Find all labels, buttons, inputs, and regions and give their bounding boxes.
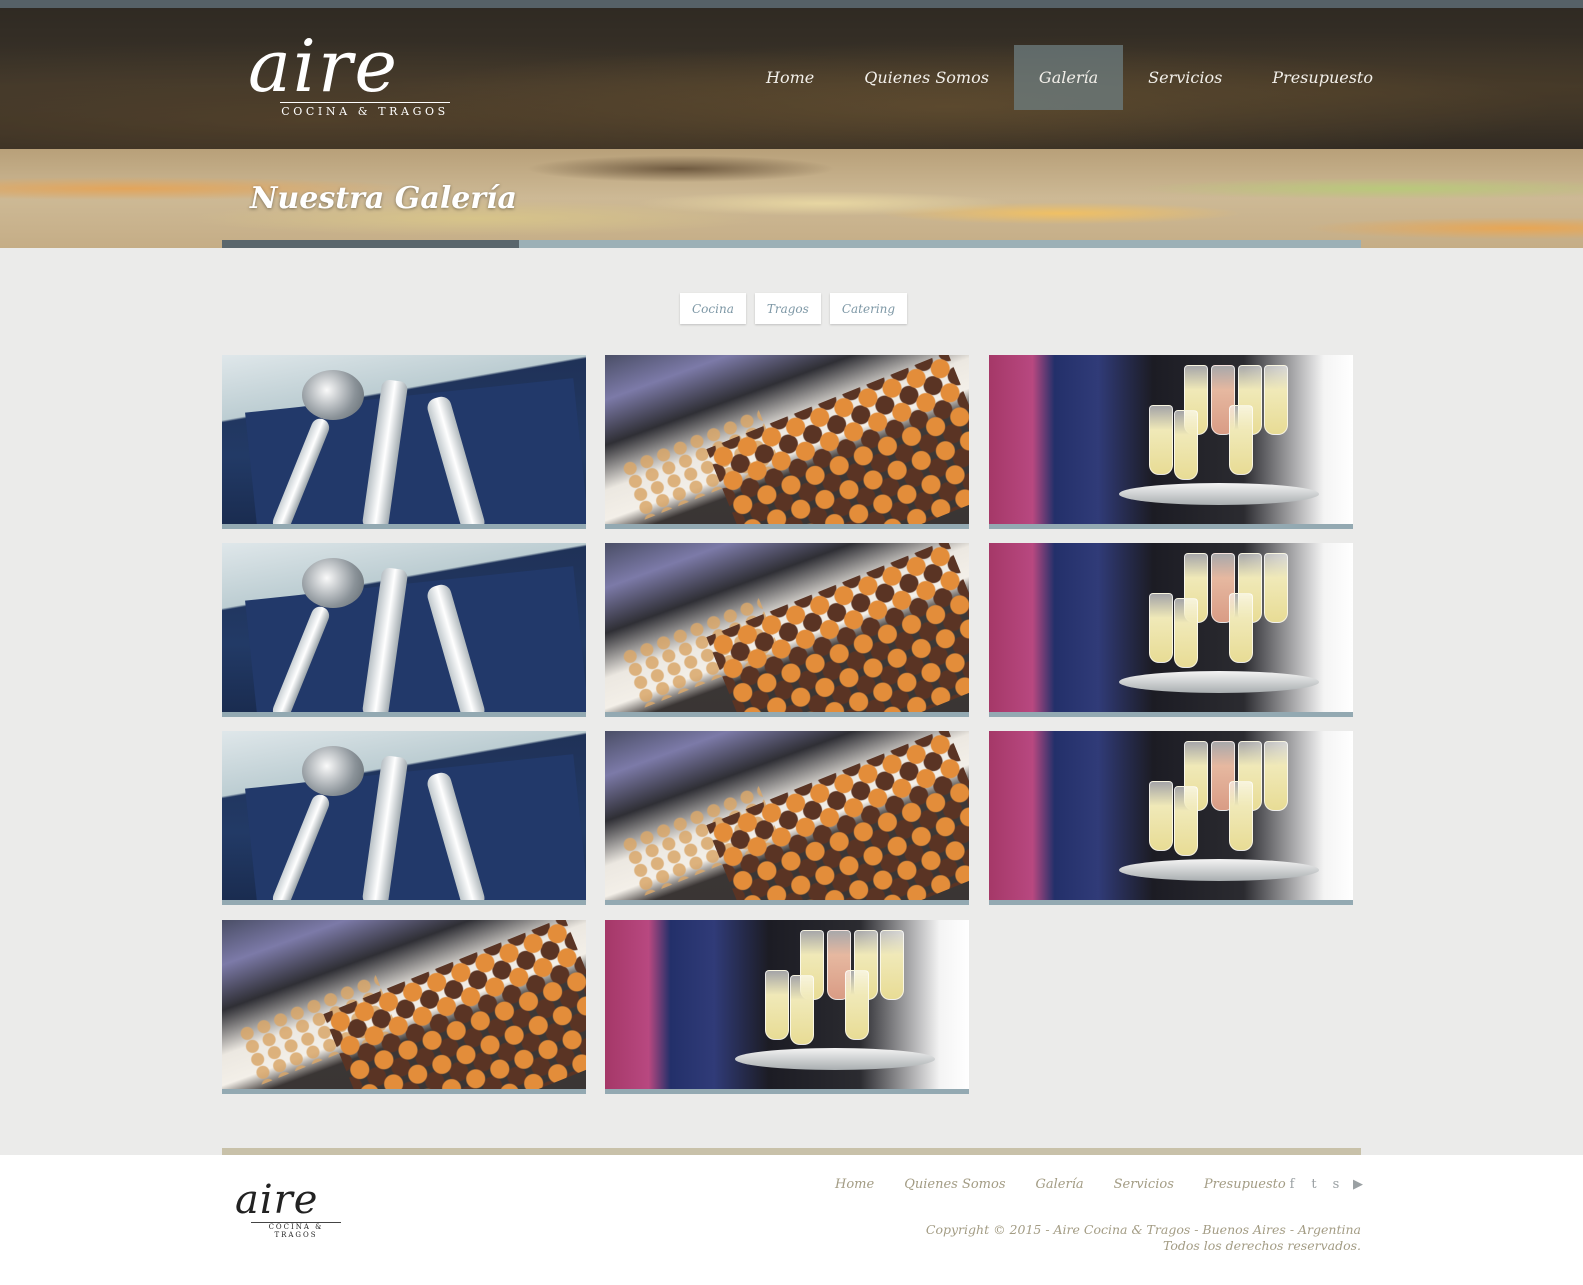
champagne-icon: [605, 920, 969, 1089]
banner-accent-light: [519, 240, 1361, 248]
muffins-icon: [222, 920, 586, 1089]
footer-logo-wordmark: aire: [235, 1177, 319, 1223]
filter-cocina[interactable]: Cocina: [680, 293, 746, 324]
footer-nav-galeria[interactable]: Galería: [1021, 1177, 1099, 1192]
main-nav: Home Quienes Somos Galería Servicios Pre…: [741, 45, 1398, 110]
gallery-tile[interactable]: [605, 543, 969, 717]
copyright-line-2: Todos los derechos reservados.: [1162, 1238, 1361, 1253]
footer-nav-servicios[interactable]: Servicios: [1099, 1177, 1189, 1192]
gallery-filters: Cocina Tragos Catering: [680, 293, 908, 324]
gallery-tile[interactable]: [989, 731, 1353, 905]
copyright: Copyright © 2015 - Aire Cocina & Tragos …: [926, 1222, 1361, 1254]
gallery-tile[interactable]: [989, 543, 1353, 717]
muffins-icon: [605, 355, 969, 524]
muffins-icon: [605, 543, 969, 712]
site-logo[interactable]: aire COCINA & TRAGOS: [248, 24, 504, 120]
page-title: Nuestra Galería: [250, 181, 517, 216]
top-line: [0, 0, 1583, 8]
champagne-icon: [989, 543, 1353, 712]
cutlery-icon: [222, 731, 586, 900]
twitter-icon[interactable]: t: [1306, 1177, 1322, 1193]
footer-nav: Home Quienes Somos Galería Servicios Pre…: [820, 1177, 1301, 1192]
youtube-icon[interactable]: ▶: [1350, 1177, 1366, 1193]
gallery-tile[interactable]: [222, 731, 586, 905]
gallery-tile[interactable]: [222, 920, 586, 1094]
footer-nav-quienes-somos[interactable]: Quienes Somos: [889, 1177, 1020, 1192]
footer-nav-home[interactable]: Home: [820, 1177, 889, 1192]
cutlery-icon: [222, 543, 586, 712]
nav-quienes-somos[interactable]: Quienes Somos: [839, 45, 1014, 110]
copyright-line-1: Copyright © 2015 - Aire Cocina & Tragos …: [925, 1222, 1361, 1237]
cutlery-icon: [222, 355, 586, 524]
nav-galeria[interactable]: Galería: [1013, 45, 1124, 110]
gallery-tile[interactable]: [605, 920, 969, 1094]
facebook-icon[interactable]: f: [1284, 1177, 1300, 1193]
gallery-tile[interactable]: [605, 731, 969, 905]
footer-logo[interactable]: aire COCINA & TRAGOS: [235, 1180, 375, 1240]
social-links: f t s ▶: [1284, 1177, 1366, 1193]
logo-tagline: COCINA & TRAGOS: [280, 102, 450, 118]
muffins-icon: [605, 731, 969, 900]
footer-logo-tagline: COCINA & TRAGOS: [251, 1222, 341, 1239]
gallery-tile[interactable]: [222, 355, 586, 529]
champagne-icon: [989, 355, 1353, 524]
logo-wordmark: aire: [248, 24, 399, 108]
champagne-icon: [989, 731, 1353, 900]
filter-tragos[interactable]: Tragos: [754, 293, 821, 324]
skype-icon[interactable]: s: [1328, 1177, 1344, 1193]
gallery-tile[interactable]: [989, 355, 1353, 529]
footer-divider: [222, 1148, 1361, 1155]
nav-servicios[interactable]: Servicios: [1123, 45, 1247, 110]
gallery-tile[interactable]: [605, 355, 969, 529]
filter-catering[interactable]: Catering: [829, 293, 908, 324]
banner-accent-dark: [222, 240, 519, 248]
gallery-tile[interactable]: [222, 543, 586, 717]
nav-home[interactable]: Home: [741, 45, 839, 110]
page-banner: [0, 149, 1583, 248]
nav-presupuesto[interactable]: Presupuesto: [1247, 45, 1398, 110]
